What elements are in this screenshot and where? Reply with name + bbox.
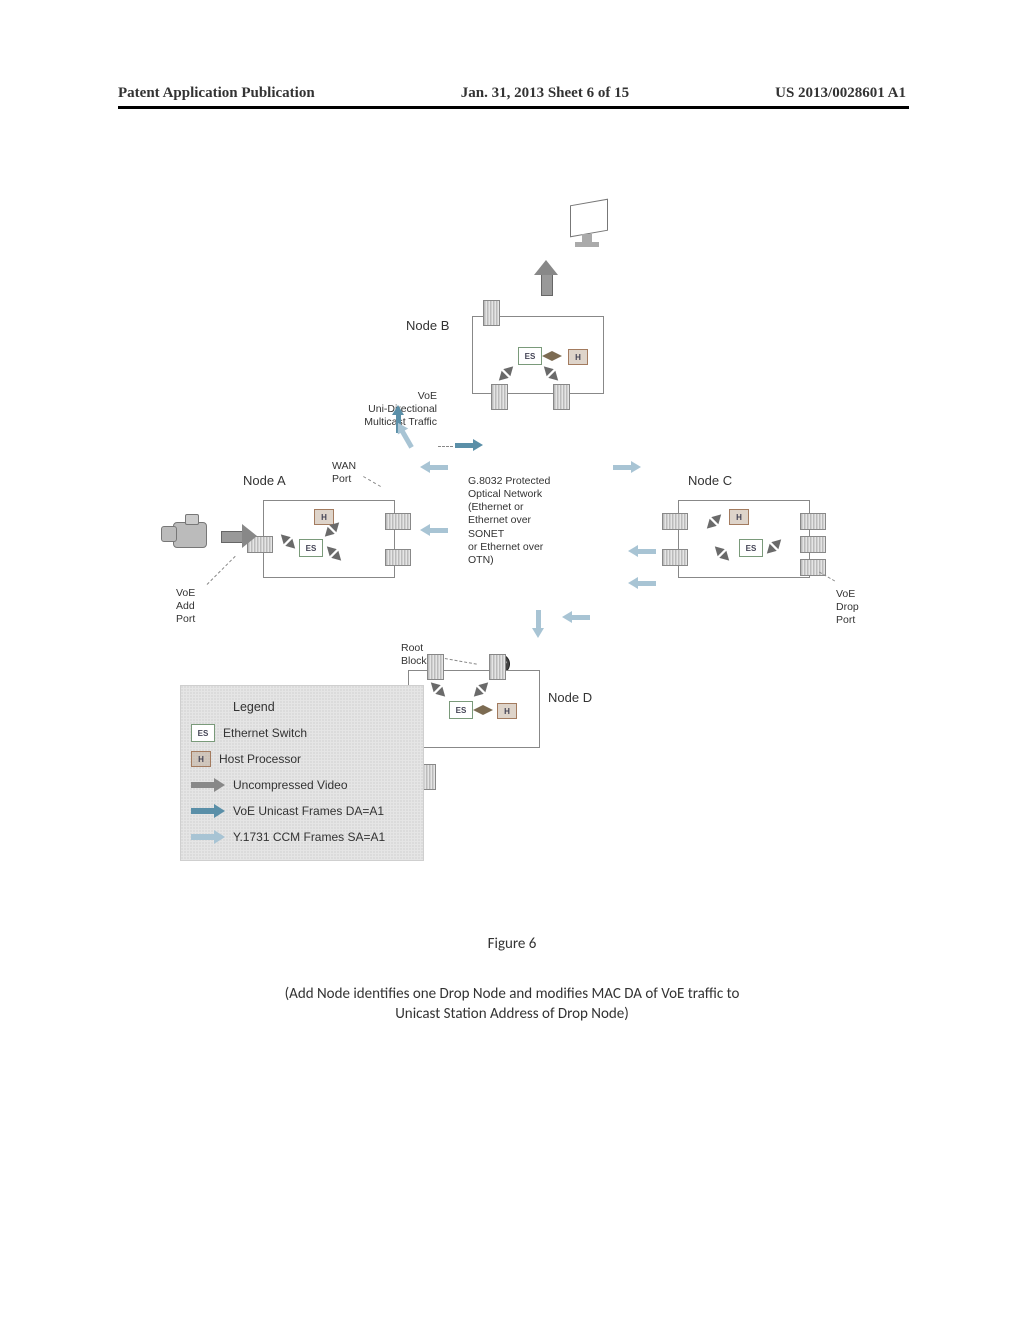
port-link xyxy=(322,519,342,539)
monitor-icon xyxy=(568,200,612,252)
port-link xyxy=(428,679,448,699)
output-arrow-up xyxy=(535,260,557,296)
port-link xyxy=(764,536,784,556)
voe-drop-port-label: VoE Drop Port xyxy=(836,588,859,627)
node-b-label: Node B xyxy=(406,318,449,333)
h-box-b: H xyxy=(568,349,588,365)
port-link xyxy=(712,543,732,563)
port-link xyxy=(471,679,491,699)
h-box-d: H xyxy=(497,703,517,719)
legend-row-host: H Host Processor xyxy=(191,746,411,772)
ccm-arrow-icon xyxy=(613,462,641,472)
es-h-link xyxy=(473,706,493,714)
header-right: US 2013/0028601 A1 xyxy=(775,85,906,102)
wan-port-label: WAN Port xyxy=(332,460,356,486)
ccm-arrow-icon xyxy=(533,610,543,638)
port-link xyxy=(278,531,298,551)
input-arrow-right xyxy=(221,525,257,547)
leader-line xyxy=(363,476,381,487)
ccm-arrow-icon xyxy=(420,462,448,472)
legend-title: Legend xyxy=(191,694,411,720)
es-box-b: ES xyxy=(518,347,542,365)
voe-arrow-icon xyxy=(455,440,483,450)
protected-network-label: G.8032 Protected Optical Network (Ethern… xyxy=(468,475,598,567)
ccm-arrow-icon xyxy=(628,546,656,556)
header-center: Jan. 31, 2013 Sheet 6 of 15 xyxy=(461,85,629,102)
header-rule xyxy=(118,106,909,109)
port-link xyxy=(496,363,516,383)
caption-line-2: Unicast Station Address of Drop Node) xyxy=(0,1005,1024,1023)
ccm-arrow-icon xyxy=(420,525,448,535)
node-a-label: Node A xyxy=(243,473,286,488)
camera-icon xyxy=(163,510,218,552)
legend-label: Host Processor xyxy=(219,752,301,766)
legend-label: Ethernet Switch xyxy=(223,726,307,740)
node-c-label: Node C xyxy=(688,473,732,488)
voe-add-port-label: VoE Add Port xyxy=(176,587,195,626)
node-d-box: ES H xyxy=(408,670,540,748)
patent-header: Patent Application Publication Jan. 31, … xyxy=(0,85,1024,102)
voe-traffic-label: VoE Uni-Directional Multicast Traffic xyxy=(337,390,437,429)
legend-label: Y.1731 CCM Frames SA=A1 xyxy=(233,830,385,844)
header-left: Patent Application Publication xyxy=(118,85,315,102)
es-box-d: ES xyxy=(449,701,473,719)
legend-row-es: ES Ethernet Switch xyxy=(191,720,411,746)
node-a-box: H ES xyxy=(263,500,395,578)
diagram-canvas: Node B ES H VoE Uni-Directional Multicas… xyxy=(118,200,908,980)
legend-row-ccm: Y.1731 CCM Frames SA=A1 xyxy=(191,824,411,850)
ccm-arrow-icon xyxy=(628,578,656,588)
legend-label: Uncompressed Video xyxy=(233,778,348,792)
caption-line-1: (Add Node identifies one Drop Node and m… xyxy=(0,985,1024,1003)
es-box-a: ES xyxy=(299,539,323,557)
port-link xyxy=(704,511,724,531)
node-b-box: ES H xyxy=(472,316,604,394)
leader-line xyxy=(819,572,835,582)
port-link xyxy=(324,543,344,563)
legend-label: VoE Unicast Frames DA=A1 xyxy=(233,804,384,818)
es-h-link xyxy=(542,352,562,360)
legend-box: Legend ES Ethernet Switch H Host Process… xyxy=(180,685,424,861)
legend-row-voe-unicast: VoE Unicast Frames DA=A1 xyxy=(191,798,411,824)
port-link xyxy=(541,363,561,383)
node-c-box: H ES xyxy=(678,500,810,578)
leader-line xyxy=(438,446,453,447)
es-box-c: ES xyxy=(739,539,763,557)
node-d-label: Node D xyxy=(548,690,592,705)
root-block-label: Root Block xyxy=(401,642,427,668)
legend-row-uncompressed: Uncompressed Video xyxy=(191,772,411,798)
ccm-arrow-icon xyxy=(562,612,590,622)
leader-line xyxy=(207,556,236,585)
h-box-c: H xyxy=(729,509,749,525)
figure-number: Figure 6 xyxy=(0,935,1024,953)
